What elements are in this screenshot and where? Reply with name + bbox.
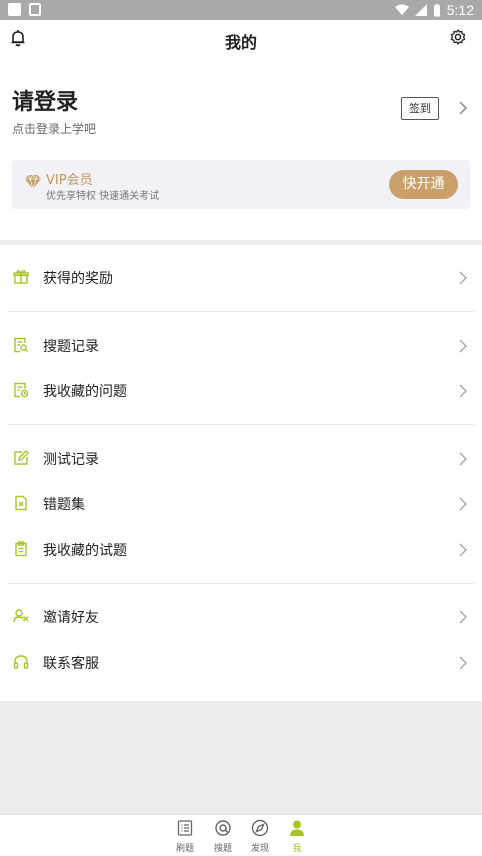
status-bar: 5:12	[0, 0, 482, 20]
vip-title: VIP会员	[46, 173, 93, 188]
vip-open-button[interactable]: 快开通	[389, 170, 458, 199]
tab-label: 发现	[250, 844, 269, 854]
chevron-right-icon	[459, 451, 468, 470]
tab-label: 刷题	[175, 844, 194, 854]
tab-practice[interactable]: 刷题	[170, 819, 200, 855]
menu-item-wrong-questions[interactable]: 错题集	[0, 486, 482, 522]
person-icon	[288, 819, 306, 837]
invite-friend-icon	[13, 608, 29, 624]
signin-button[interactable]: 签到	[401, 97, 439, 120]
menu-item-label: 邀请好友	[43, 610, 99, 626]
menu-item-label: 获得的奖励	[43, 271, 113, 287]
wrong-doc-icon	[13, 495, 29, 511]
bottom-tab-bar: 刷题 搜题 发现 我	[0, 814, 482, 856]
menu-item-label: 我收藏的试题	[43, 543, 127, 559]
login-title[interactable]: 请登录	[12, 84, 78, 116]
app-header: 我的	[0, 20, 482, 58]
chevron-right-icon[interactable]	[458, 100, 468, 120]
search-record-icon	[13, 337, 29, 353]
chevron-right-icon	[459, 609, 468, 628]
clock: 5:12	[446, 2, 474, 18]
list-icon	[176, 819, 194, 837]
clipboard-icon	[13, 541, 29, 557]
diamond-icon	[24, 174, 42, 194]
menu-item-favorite-tests[interactable]: 我收藏的试题	[0, 532, 482, 568]
favorite-doc-icon	[13, 382, 29, 398]
divider	[8, 311, 474, 312]
app-notification-icon	[29, 3, 41, 16]
menu-item-label: 联系客服	[43, 656, 99, 672]
menu-item-invite-friends[interactable]: 邀请好友	[0, 599, 482, 635]
tab-label: 搜题	[213, 844, 232, 854]
menu-list: 获得的奖励 搜题记录 我收藏的问题 测试记录 错题集 我收藏的试题 邀请好友 联…	[0, 245, 482, 701]
chevron-right-icon	[459, 542, 468, 561]
chevron-right-icon	[459, 496, 468, 515]
gift-icon	[13, 269, 29, 285]
menu-item-rewards[interactable]: 获得的奖励	[0, 260, 482, 296]
menu-item-label: 测试记录	[43, 452, 99, 468]
divider	[8, 583, 474, 584]
chevron-right-icon	[459, 338, 468, 357]
tab-label: 我	[292, 844, 302, 854]
notification-icon	[8, 3, 21, 16]
battery-icon	[433, 3, 440, 16]
signal-icon	[414, 4, 427, 16]
menu-item-contact-service[interactable]: 联系客服	[0, 645, 482, 681]
menu-item-label: 我收藏的问题	[43, 384, 127, 400]
chevron-right-icon	[459, 383, 468, 402]
profile-section[interactable]: 请登录 点击登录上学吧 签到 VIP会员 优先享特权 快速通关考试 快开通	[0, 58, 482, 240]
compass-icon	[251, 819, 269, 837]
tab-search[interactable]: 搜题	[208, 819, 238, 855]
menu-item-search-history[interactable]: 搜题记录	[0, 328, 482, 364]
chevron-right-icon	[459, 270, 468, 289]
vip-banner[interactable]: VIP会员 优先享特权 快速通关考试 快开通	[12, 160, 470, 209]
divider	[8, 424, 474, 425]
search-at-icon	[214, 819, 232, 837]
gear-icon[interactable]	[450, 29, 466, 49]
menu-item-label: 搜题记录	[43, 339, 99, 355]
headset-icon	[13, 654, 29, 670]
vip-subtitle: 优先享特权 快速通关考试	[46, 191, 160, 202]
login-subtitle: 点击登录上学吧	[12, 122, 97, 136]
tab-discover[interactable]: 发现	[245, 819, 275, 855]
page-title: 我的	[224, 33, 257, 52]
menu-item-favorite-questions[interactable]: 我收藏的问题	[0, 373, 482, 409]
wifi-icon	[394, 4, 409, 15]
menu-item-test-history[interactable]: 测试记录	[0, 441, 482, 477]
menu-item-label: 错题集	[43, 497, 85, 513]
tab-me[interactable]: 我	[282, 819, 312, 855]
edit-icon	[13, 450, 29, 466]
chevron-right-icon	[459, 655, 468, 674]
